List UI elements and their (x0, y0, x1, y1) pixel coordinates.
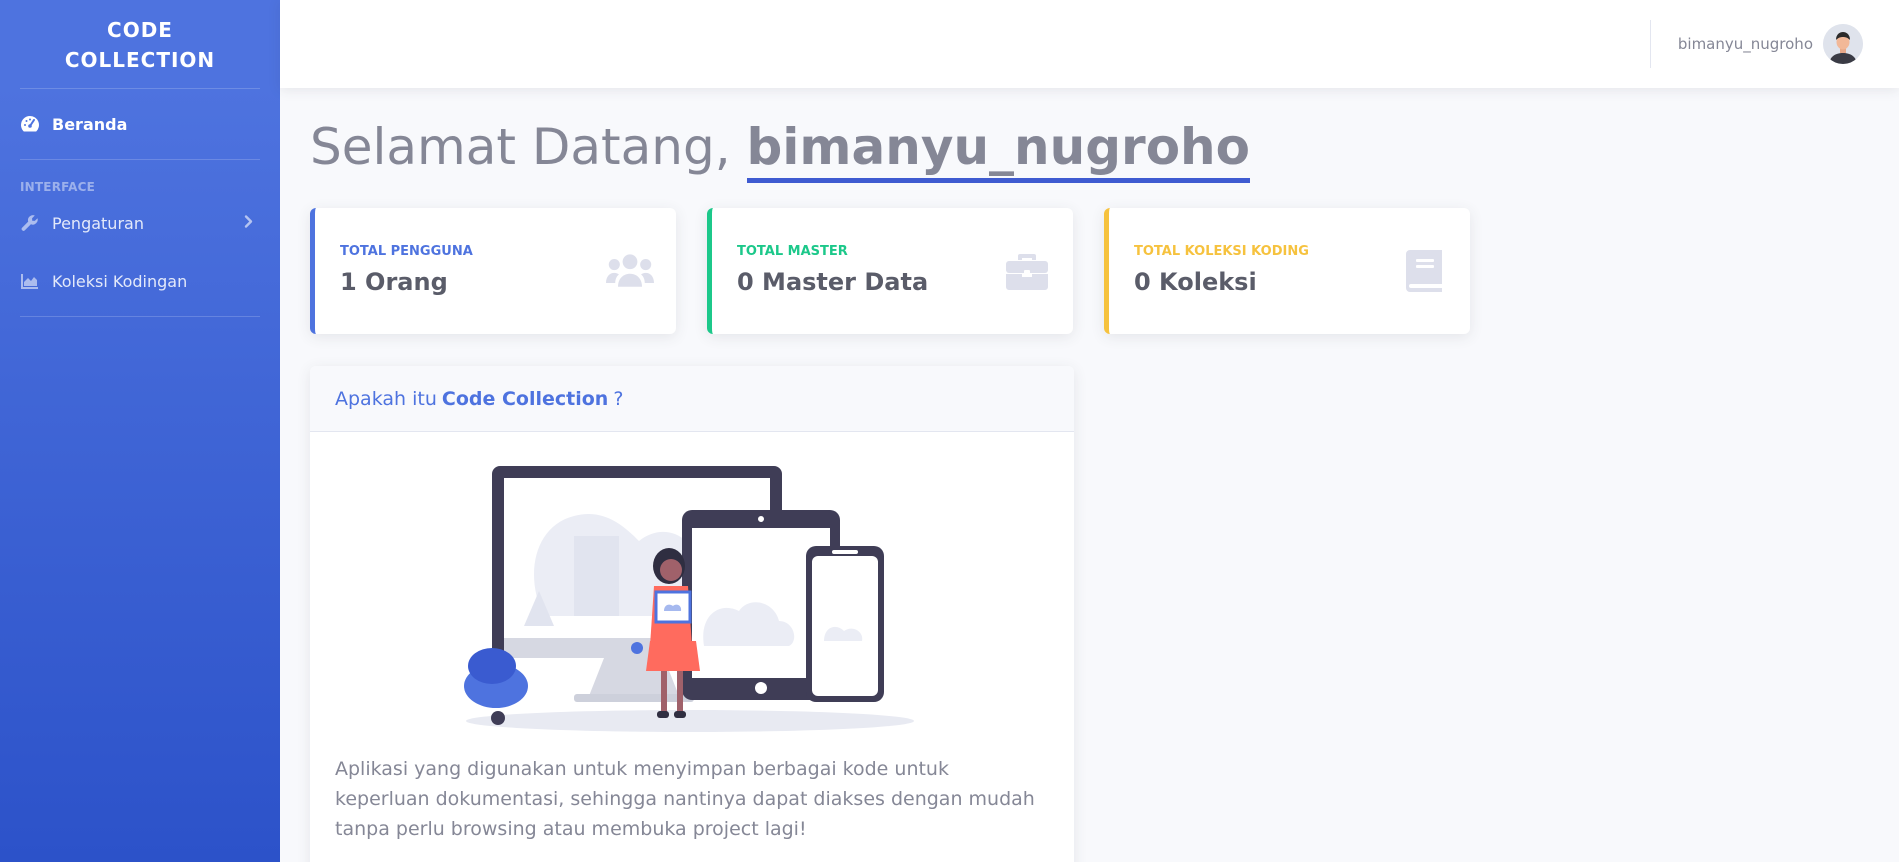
sidebar-item-label: Koleksi Kodingan (52, 271, 188, 291)
stat-card-value: 1 Orang (340, 268, 448, 296)
users-icon (606, 250, 654, 292)
briefcase-icon (1003, 250, 1051, 292)
devices-illustration (464, 466, 914, 740)
stat-card-value: 0 Master Data (737, 268, 929, 296)
stat-card-total-master: TOTAL MASTER 0 Master Data (707, 208, 1073, 334)
brand-line-1: CODE (107, 18, 173, 42)
brand-logo[interactable]: CODE COLLECTION (0, 0, 280, 88)
topbar: bimanyu_nugroho (280, 0, 1899, 88)
tachometer-icon (20, 114, 40, 134)
about-card: Apakah itu Code Collection ? Aplikasi ya… (310, 366, 1074, 862)
about-title-bold: Code Collection (441, 387, 609, 410)
sidebar-item-label: Pengaturan (52, 213, 144, 233)
main-content: Selamat Datang, bimanyu_nugroho TOTAL PE… (310, 88, 1899, 862)
user-menu[interactable]: bimanyu_nugroho (1678, 24, 1863, 64)
sidebar-divider (20, 316, 260, 317)
chart-area-icon (20, 271, 40, 291)
stat-card-value: 0 Koleksi (1134, 268, 1257, 296)
about-description: Aplikasi yang digunakan untuk menyimpan … (335, 758, 1035, 840)
sidebar-item-pengaturan[interactable]: Pengaturan (0, 200, 280, 246)
about-title-suffix: ? (613, 387, 624, 410)
book-icon (1400, 250, 1448, 292)
about-title-prefix: Apakah itu (335, 387, 437, 410)
wrench-icon (20, 213, 40, 233)
stat-card-total-pengguna: TOTAL PENGGUNA 1 Orang (310, 208, 676, 334)
stat-card-label: TOTAL MASTER (737, 244, 848, 259)
sidebar-item-koleksi-kodingan[interactable]: Koleksi Kodingan (0, 246, 280, 316)
welcome-prefix: Selamat Datang, (310, 118, 731, 176)
stat-card-label: TOTAL PENGGUNA (340, 244, 473, 259)
welcome-username: bimanyu_nugroho (746, 118, 1250, 183)
page-title: Selamat Datang, bimanyu_nugroho (310, 118, 1250, 183)
stat-card-total-koleksi-koding: TOTAL KOLEKSI KODING 0 Koleksi (1104, 208, 1470, 334)
stat-card-label: TOTAL KOLEKSI KODING (1134, 244, 1309, 259)
brand-line-2: COLLECTION (64, 48, 216, 72)
avatar (1823, 24, 1863, 64)
username: bimanyu_nugroho (1677, 35, 1813, 53)
sidebar-item-beranda[interactable]: Beranda (0, 89, 280, 159)
sidebar-item-label: Beranda (52, 114, 128, 134)
sidebar: CODE COLLECTION Beranda INTERFACE Pengat… (0, 0, 280, 862)
chevron-right-icon (244, 214, 254, 233)
sidebar-heading: INTERFACE (20, 180, 96, 194)
topbar-divider (1650, 20, 1651, 68)
about-card-header: Apakah itu Code Collection ? (310, 366, 1074, 432)
